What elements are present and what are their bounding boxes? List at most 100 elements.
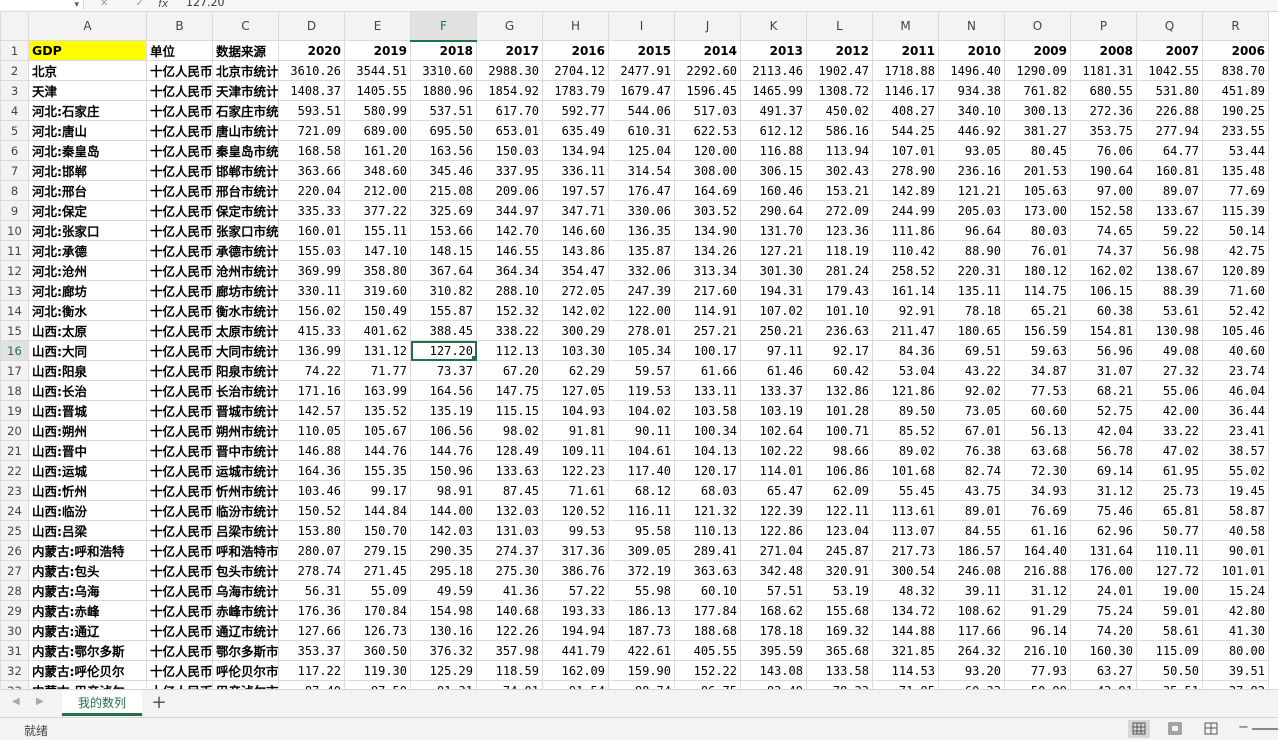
cell-unit[interactable]: 十亿人民币 — [146, 560, 213, 581]
cell-value[interactable]: 86.75 — [674, 680, 741, 689]
cell-value[interactable]: 612.12 — [740, 120, 807, 141]
cell-value[interactable]: 122.00 — [608, 300, 675, 321]
cell-value[interactable]: 24.01 — [1070, 580, 1137, 601]
cell-value[interactable]: 107.01 — [872, 140, 939, 161]
cell-value[interactable]: 150.52 — [278, 500, 345, 521]
cell-value[interactable]: 142.57 — [278, 400, 345, 421]
cell-value[interactable]: 336.11 — [542, 160, 609, 181]
cell-unit[interactable]: 十亿人民币 — [146, 540, 213, 561]
cell-value[interactable]: 135.11 — [938, 280, 1005, 301]
cell-region[interactable]: 内蒙古:鄂尔多斯 — [28, 640, 147, 661]
cell-value[interactable]: 98.66 — [806, 440, 873, 461]
cell-value[interactable]: 61.16 — [1004, 520, 1071, 541]
cell-value[interactable]: 300.29 — [542, 320, 609, 341]
cell-region[interactable]: 内蒙古:呼和浩特 — [28, 540, 147, 561]
cell-value[interactable]: 110.42 — [872, 240, 939, 261]
cell-value[interactable]: 60.42 — [806, 360, 873, 381]
cell-value[interactable]: 80.03 — [1004, 220, 1071, 241]
cell-value[interactable]: 176.47 — [608, 180, 675, 201]
cell-value[interactable]: 372.19 — [608, 560, 675, 581]
cell-value[interactable]: 226.88 — [1136, 100, 1203, 121]
cell-value[interactable]: 113.07 — [872, 520, 939, 541]
cell-value[interactable]: 187.73 — [608, 620, 675, 641]
cell-value[interactable]: 257.21 — [674, 320, 741, 341]
cell-value[interactable]: 105.63 — [1004, 180, 1071, 201]
cell-source[interactable]: 沧州市统计局 — [212, 260, 279, 281]
cell-value[interactable]: 76.38 — [938, 440, 1005, 461]
cell-value[interactable]: 125.04 — [608, 140, 675, 161]
cell-value[interactable]: 27.32 — [1136, 360, 1203, 381]
cell-value[interactable]: 617.70 — [476, 100, 543, 121]
cell-value[interactable]: 180.65 — [938, 320, 1005, 341]
cell-value[interactable]: 275.30 — [476, 560, 543, 581]
cell-value[interactable]: 147.10 — [344, 240, 411, 261]
cell-value[interactable]: 114.53 — [872, 660, 939, 681]
cell-value[interactable]: 1854.92 — [476, 80, 543, 101]
cell-value[interactable]: 135.48 — [1202, 160, 1269, 181]
cell-value[interactable]: 1408.37 — [278, 80, 345, 101]
cell-region[interactable]: 河北:石家庄 — [28, 100, 147, 121]
cell-value[interactable]: 321.85 — [872, 640, 939, 661]
cell-region[interactable]: 河北:保定 — [28, 200, 147, 221]
cell-value[interactable]: 84.55 — [938, 520, 1005, 541]
cell-value[interactable]: 77.53 — [1004, 380, 1071, 401]
cell-value[interactable]: 117.40 — [608, 460, 675, 481]
cell-value[interactable]: 363.63 — [674, 560, 741, 581]
cell-value[interactable]: 446.92 — [938, 120, 1005, 141]
cell-value[interactable]: 1596.45 — [674, 80, 741, 101]
cell-unit[interactable]: 十亿人民币 — [146, 260, 213, 281]
cell-value[interactable]: 197.57 — [542, 180, 609, 201]
cell-value[interactable]: 353.75 — [1070, 120, 1137, 141]
zoom-out-icon[interactable]: − — [1238, 720, 1249, 735]
cell-value[interactable]: 102.22 — [740, 440, 807, 461]
cell-value[interactable]: 34.87 — [1004, 360, 1071, 381]
row-header-24[interactable]: 24 — [0, 500, 29, 521]
cell-value[interactable]: 104.93 — [542, 400, 609, 421]
cell-value[interactable]: 101.01 — [1202, 560, 1269, 581]
cell-value[interactable]: 60.60 — [1004, 400, 1071, 421]
cell-value[interactable]: 136.35 — [608, 220, 675, 241]
cell-source-header[interactable]: 数据来源 — [212, 40, 279, 61]
cell-value[interactable]: 160.81 — [1136, 160, 1203, 181]
cell-value[interactable]: 92.02 — [938, 380, 1005, 401]
cell-value[interactable]: 245.87 — [806, 540, 873, 561]
cell-value[interactable]: 63.27 — [1070, 660, 1137, 681]
normal-view-icon[interactable] — [1128, 720, 1150, 738]
cell-value[interactable]: 53.04 — [872, 360, 939, 381]
row-header-13[interactable]: 13 — [0, 280, 29, 301]
cell-value[interactable]: 220.31 — [938, 260, 1005, 281]
cell-value[interactable]: 147.75 — [476, 380, 543, 401]
cell-value[interactable]: 115.39 — [1202, 200, 1269, 221]
cell-value[interactable]: 164.56 — [410, 380, 477, 401]
cell-value[interactable]: 1880.96 — [410, 80, 477, 101]
cell-source[interactable]: 保定市统计局 — [212, 200, 279, 221]
cell-region[interactable]: 河北:衡水 — [28, 300, 147, 321]
cell-value[interactable]: 58.87 — [1202, 500, 1269, 521]
cell-year-header[interactable]: 2012 — [806, 40, 873, 61]
cell-value[interactable]: 250.21 — [740, 320, 807, 341]
cell-region[interactable]: 河北:唐山 — [28, 120, 147, 141]
cell-value[interactable]: 408.27 — [872, 100, 939, 121]
cell-value[interactable]: 89.02 — [872, 440, 939, 461]
cell-value[interactable]: 369.99 — [278, 260, 345, 281]
cell-value[interactable]: 451.89 — [1202, 80, 1269, 101]
cell-source[interactable]: 承德市统计局 — [212, 240, 279, 261]
cell-value[interactable]: 52.75 — [1070, 400, 1137, 421]
cell-unit[interactable]: 十亿人民币 — [146, 240, 213, 261]
cell-value[interactable]: 212.00 — [344, 180, 411, 201]
cell-value[interactable]: 116.11 — [608, 500, 675, 521]
cell-value[interactable]: 153.66 — [410, 220, 477, 241]
cell-value[interactable]: 71.85 — [872, 680, 939, 689]
cell-value[interactable]: 62.96 — [1070, 520, 1137, 541]
row-header-11[interactable]: 11 — [0, 240, 29, 261]
cell-value[interactable]: 171.16 — [278, 380, 345, 401]
cell-source[interactable]: 忻州市统计局 — [212, 480, 279, 501]
zoom-slider[interactable] — [1252, 728, 1278, 730]
cell-value[interactable]: 50.77 — [1136, 520, 1203, 541]
cell-region[interactable]: 河北:沧州 — [28, 260, 147, 281]
cell-value[interactable]: 300.54 — [872, 560, 939, 581]
cell-source[interactable]: 秦皇岛市统计局 — [212, 140, 279, 161]
cell-value[interactable]: 42.75 — [1202, 240, 1269, 261]
cell-value[interactable]: 133.58 — [806, 660, 873, 681]
cell-value[interactable]: 156.02 — [278, 300, 345, 321]
